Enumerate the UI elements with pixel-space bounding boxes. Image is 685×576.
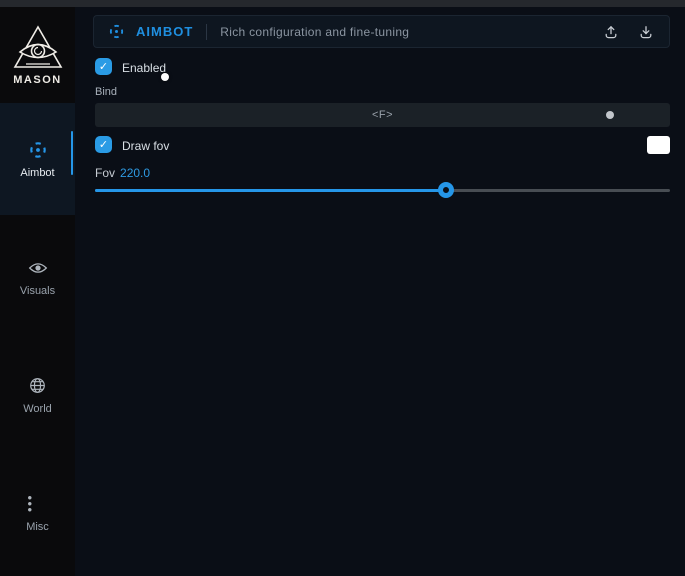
- crosshair-icon: [28, 140, 48, 160]
- slider-fill: [95, 189, 446, 192]
- fov-value-row: Fov 220.0: [95, 166, 150, 180]
- sidebar: MASON Aimbot Visuals World: [0, 7, 75, 576]
- sidebar-item-aimbot[interactable]: Aimbot: [0, 103, 75, 215]
- enabled-label: Enabled: [122, 61, 166, 75]
- sidebar-item-world[interactable]: World: [0, 339, 75, 451]
- window-top-strip: [0, 0, 685, 7]
- enabled-checkbox[interactable]: ✓: [95, 58, 112, 75]
- sidebar-item-label: Misc: [26, 521, 49, 533]
- eye-icon: [28, 258, 48, 278]
- divider: [206, 24, 207, 40]
- draw-fov-label: Draw fov: [122, 139, 169, 153]
- fov-slider[interactable]: [95, 183, 670, 197]
- ellipsis-icon: • • •: [28, 494, 48, 514]
- sidebar-item-label: Visuals: [20, 285, 55, 297]
- bind-input[interactable]: <F>: [95, 103, 670, 127]
- page-header: AIMBOT Rich configuration and fine-tunin…: [93, 15, 670, 48]
- draw-fov-checkbox[interactable]: ✓: [95, 136, 112, 153]
- page-subtitle: Rich configuration and fine-tuning: [220, 25, 409, 39]
- check-icon: ✓: [99, 60, 108, 73]
- sidebar-item-visuals[interactable]: Visuals: [0, 221, 75, 333]
- fov-value: 220.0: [120, 166, 150, 180]
- mouse-cursor-dot: [161, 73, 169, 81]
- bind-value: <F>: [372, 109, 393, 121]
- sidebar-item-misc[interactable]: • • • Misc: [0, 457, 75, 569]
- sidebar-item-label: Aimbot: [20, 167, 54, 179]
- upload-icon[interactable]: [602, 23, 620, 41]
- mason-pyramid-eye-icon: [12, 24, 64, 70]
- globe-icon: [28, 376, 48, 396]
- slider-handle[interactable]: [438, 182, 454, 198]
- check-icon: ✓: [99, 138, 108, 151]
- sidebar-item-label: World: [23, 403, 52, 415]
- crosshair-icon: [108, 23, 125, 40]
- fov-label: Fov: [95, 166, 115, 180]
- fov-color-swatch[interactable]: [647, 136, 670, 154]
- logo: MASON: [0, 7, 75, 103]
- bind-dot-icon: [606, 111, 614, 119]
- download-icon[interactable]: [637, 23, 655, 41]
- logo-text: MASON: [13, 74, 61, 86]
- active-indicator: [71, 131, 73, 175]
- page-title: AIMBOT: [136, 24, 193, 39]
- bind-label: Bind: [95, 86, 117, 98]
